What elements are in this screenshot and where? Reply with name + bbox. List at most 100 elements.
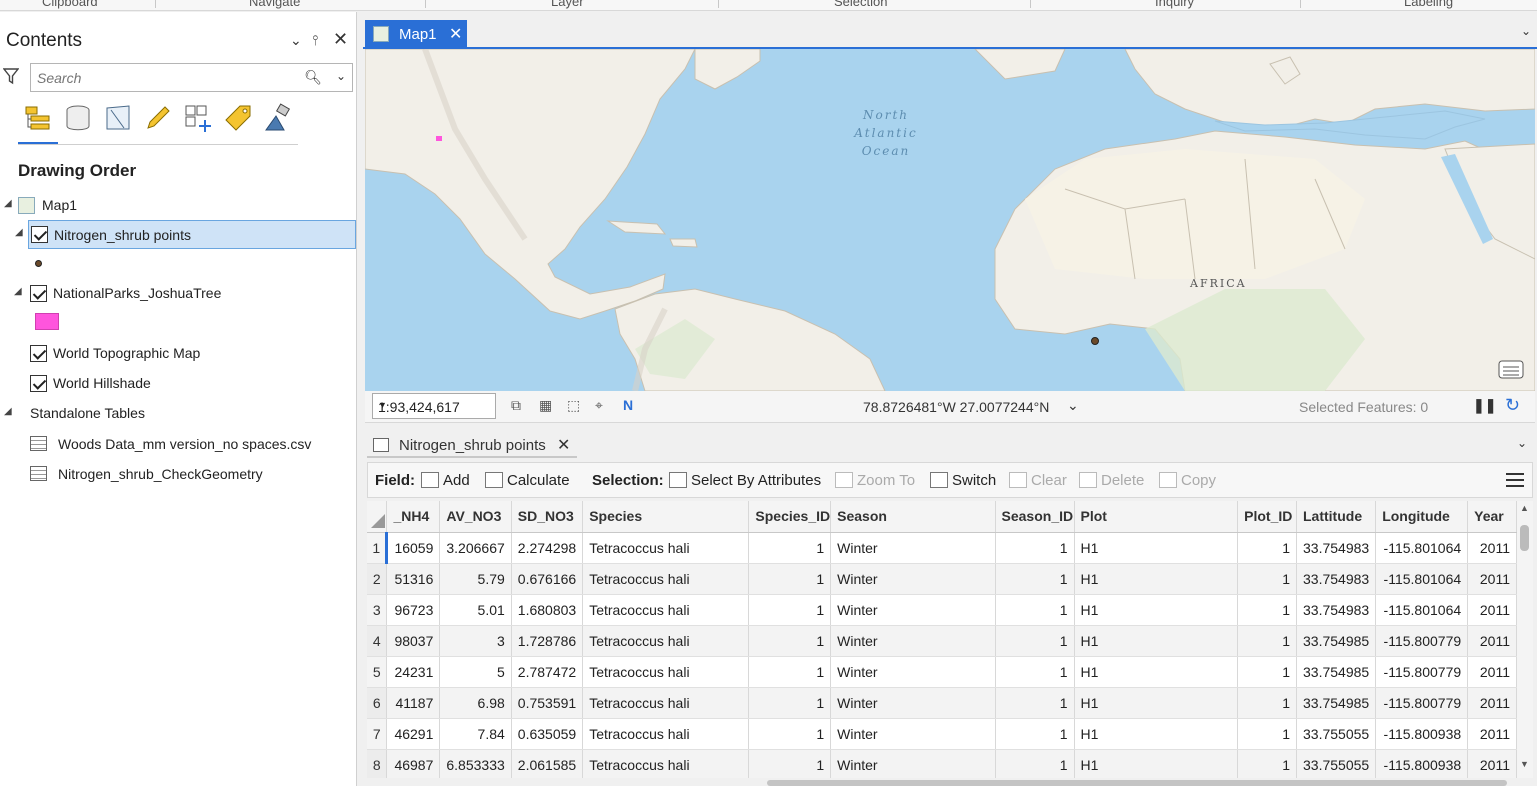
tree-item-layer-hillshade[interactable]: World Hillshade xyxy=(28,372,356,396)
table-cell[interactable]: H1 xyxy=(1074,749,1239,778)
table-cell[interactable]: 0.753591 xyxy=(511,687,584,719)
column-header[interactable]: Plot xyxy=(1074,501,1239,533)
table-cell[interactable]: H1 xyxy=(1074,656,1239,688)
refresh-icon[interactable]: ↻ xyxy=(1505,395,1520,416)
table-cell[interactable]: 1 xyxy=(1237,625,1297,657)
table-cell[interactable]: 51316 xyxy=(386,563,441,595)
column-header[interactable]: Species xyxy=(582,501,750,533)
table-cell[interactable]: 1 xyxy=(1237,594,1297,626)
tree-item-standalone-tables[interactable]: ◢ Standalone Tables xyxy=(4,402,318,426)
table-cell[interactable]: H1 xyxy=(1074,718,1239,750)
snapping-view-icon[interactable] xyxy=(182,102,214,134)
table-cell[interactable]: 3.206667 xyxy=(439,532,512,564)
chevron-down-icon[interactable]: ⌄ xyxy=(1067,397,1079,414)
grid-icon[interactable]: ▦ xyxy=(539,397,559,415)
table-cell[interactable]: H1 xyxy=(1074,532,1239,564)
table-cell[interactable]: 5.01 xyxy=(439,594,512,626)
table-cell[interactable]: 1 xyxy=(1237,563,1297,595)
layer-visibility-checkbox[interactable] xyxy=(30,285,47,302)
table-cell[interactable]: 96723 xyxy=(386,594,441,626)
zoom-to-button[interactable]: Zoom To xyxy=(835,472,915,489)
column-header[interactable]: Lattitude xyxy=(1296,501,1377,533)
table-cell[interactable]: 1 xyxy=(995,625,1075,657)
table-cell[interactable]: 6.98 xyxy=(439,687,512,719)
scroll-up-icon[interactable]: ▲ xyxy=(1520,503,1529,513)
delete-button[interactable]: Delete xyxy=(1079,472,1144,489)
table-cell[interactable]: 33.754983 xyxy=(1296,563,1377,595)
tree-item-layer-nitrogen[interactable]: ◢ Nitrogen_shrub points xyxy=(15,220,356,249)
table-cell[interactable]: -115.800938 xyxy=(1375,749,1469,778)
snapping-icon[interactable]: ⬚ xyxy=(567,397,587,415)
table-cell[interactable]: Tetracoccus hali xyxy=(582,718,750,750)
scale-selector[interactable]: 1:93,424,617 ▼ xyxy=(372,393,496,419)
table-row[interactable]: 3 96723 5.01 1.680803 Tetracoccus hali 1 Winte… xyxy=(367,594,1517,626)
table-cell[interactable]: 2.787472 xyxy=(511,656,584,688)
editing-view-icon[interactable] xyxy=(142,102,174,134)
table-cell[interactable]: 2011 xyxy=(1467,718,1517,750)
table-cell[interactable]: 1 xyxy=(995,687,1075,719)
row-number[interactable]: 8 xyxy=(367,749,388,778)
layer-visibility-checkbox[interactable] xyxy=(30,345,47,362)
row-number[interactable]: 5 xyxy=(367,656,388,688)
table-cell[interactable]: -115.800779 xyxy=(1375,687,1469,719)
table-cell[interactable]: Winter xyxy=(830,687,996,719)
row-number[interactable]: 6 xyxy=(367,687,388,719)
table-cell[interactable]: 2011 xyxy=(1467,532,1517,564)
table-cell[interactable]: 33.754983 xyxy=(1296,594,1377,626)
table-cell[interactable]: 33.754983 xyxy=(1296,532,1377,564)
table-cell[interactable]: -115.800779 xyxy=(1375,656,1469,688)
table-cell[interactable]: 41187 xyxy=(386,687,441,719)
table-cell[interactable]: H1 xyxy=(1074,687,1239,719)
row-number[interactable]: 7 xyxy=(367,718,388,750)
vertical-scrollbar[interactable]: ▲ ▼ xyxy=(1517,501,1533,778)
map-view[interactable]: North Atlantic Ocean AFRICA xyxy=(365,49,1535,391)
table-cell[interactable]: Tetracoccus hali xyxy=(582,687,750,719)
expand-triangle-icon[interactable]: ◢ xyxy=(4,198,12,209)
table-cell[interactable]: Tetracoccus hali xyxy=(582,563,750,595)
drawing-order-icon[interactable] xyxy=(22,102,54,134)
table-row[interactable]: 8 46987 6.853333 2.061585 Tetracoccus hali 1 W… xyxy=(367,749,1517,778)
table-cell[interactable]: 5 xyxy=(439,656,512,688)
select-all-corner[interactable] xyxy=(367,501,388,533)
row-number[interactable]: 1 xyxy=(367,532,389,564)
calculate-field-button[interactable]: Calculate xyxy=(485,472,570,489)
table-cell[interactable]: 2011 xyxy=(1467,563,1517,595)
crosshair-icon[interactable]: ⌖ xyxy=(595,397,615,415)
table-cell[interactable]: 1 xyxy=(995,594,1075,626)
table-cell[interactable]: 1 xyxy=(1237,687,1297,719)
clear-selection-button[interactable]: Clear xyxy=(1009,472,1067,489)
expand-triangle-icon[interactable]: ◢ xyxy=(4,406,12,417)
tab-attribute-table[interactable]: Nitrogen_shrub points ✕ xyxy=(367,432,577,458)
table-cell[interactable]: 2011 xyxy=(1467,656,1517,688)
table-cell[interactable]: 2.061585 xyxy=(511,749,584,778)
chevron-down-icon[interactable]: ⌄ xyxy=(1521,24,1531,38)
table-cell[interactable]: 1 xyxy=(1237,532,1297,564)
switch-selection-button[interactable]: Switch xyxy=(930,472,996,489)
table-cell[interactable]: H1 xyxy=(1074,563,1239,595)
scroll-down-icon[interactable]: ▼ xyxy=(1520,759,1529,769)
labeling-view-icon[interactable] xyxy=(222,102,254,134)
add-field-button[interactable]: Add xyxy=(421,472,470,489)
north-arrow-icon[interactable]: N xyxy=(623,397,643,415)
table-cell[interactable]: 2011 xyxy=(1467,749,1517,778)
table-cell[interactable]: Winter xyxy=(830,532,996,564)
table-cell[interactable]: 1.728786 xyxy=(511,625,584,657)
tree-item-table[interactable]: Woods Data_mm version_no spaces.csv xyxy=(30,433,350,457)
table-cell[interactable]: 1 xyxy=(995,718,1075,750)
table-cell[interactable]: 1 xyxy=(748,749,832,778)
search-icon[interactable]: 🔍︎ xyxy=(304,69,322,86)
table-cell[interactable]: 2011 xyxy=(1467,625,1517,657)
table-cell[interactable]: 2011 xyxy=(1467,687,1517,719)
table-cell[interactable]: 1 xyxy=(995,532,1075,564)
table-row[interactable]: 7 46291 7.84 0.635059 Tetracoccus hali 1 Winte… xyxy=(367,718,1517,750)
table-cell[interactable]: 2011 xyxy=(1467,594,1517,626)
table-cell[interactable]: -115.801064 xyxy=(1375,563,1469,595)
filter-icon[interactable] xyxy=(3,67,19,85)
selection-view-icon[interactable] xyxy=(102,102,134,134)
table-cell[interactable]: 5.79 xyxy=(439,563,512,595)
tree-item-layer-topo[interactable]: World Topographic Map xyxy=(28,342,356,366)
table-cell[interactable]: 0.676166 xyxy=(511,563,584,595)
table-row[interactable]: 6 41187 6.98 0.753591 Tetracoccus hali 1 Winte… xyxy=(367,687,1517,719)
column-header[interactable]: Species_ID xyxy=(748,501,832,533)
table-cell[interactable]: Tetracoccus hali xyxy=(582,656,750,688)
